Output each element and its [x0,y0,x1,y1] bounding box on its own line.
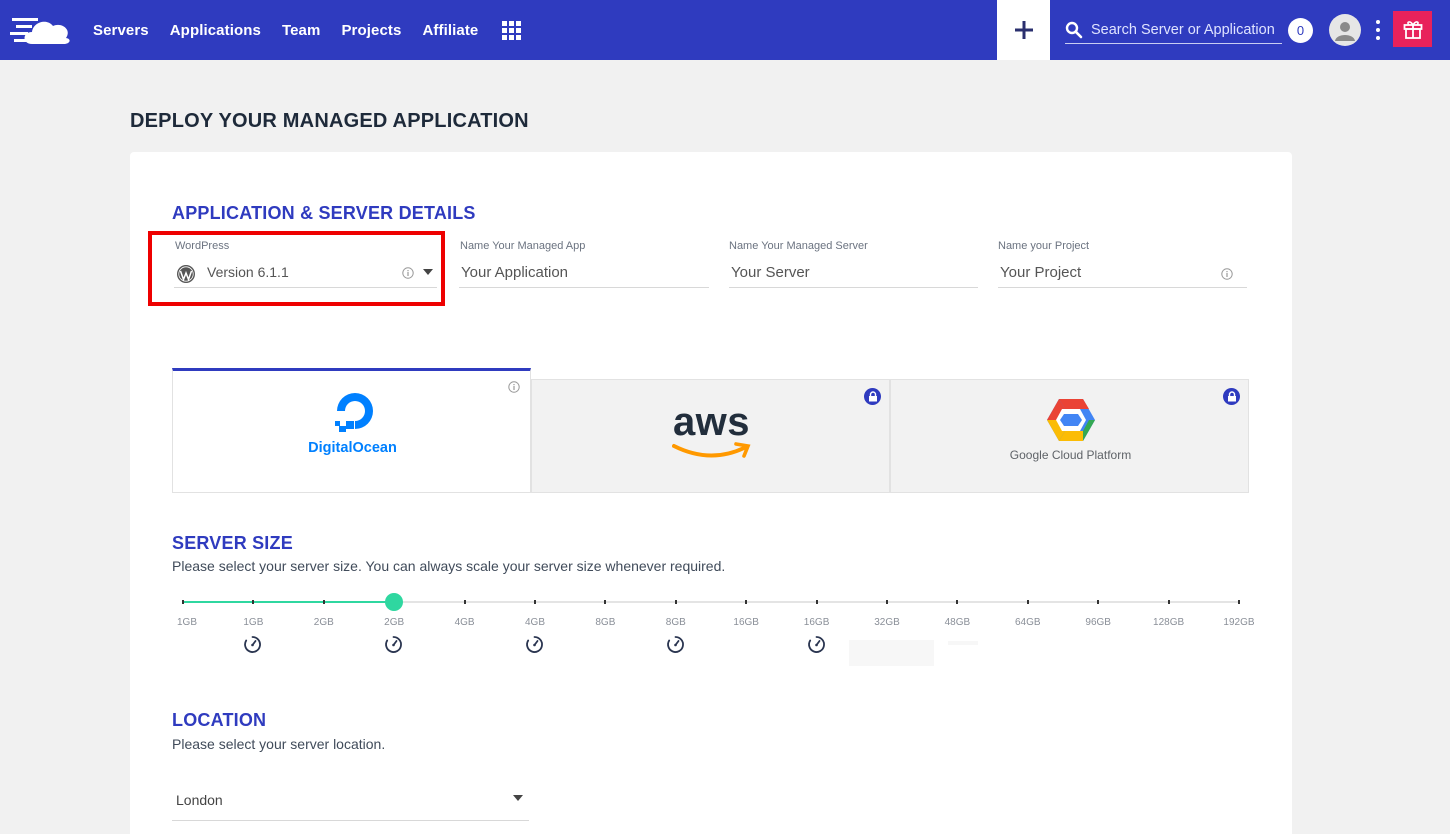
app-name-value: Your Application [461,264,569,281]
slider-tick [1097,600,1100,604]
slider-tick [604,600,607,604]
slider-tick-label[interactable]: 4GB [505,617,565,628]
provider-digitalocean-label: DigitalOcean [308,440,397,456]
slider-tick-label[interactable]: 48GB [927,617,987,628]
plus-icon [1014,21,1033,39]
slider-tick-label[interactable]: 8GB [575,617,635,628]
server-size-slider-fill [182,601,395,603]
slider-tick [1167,600,1170,604]
digitalocean-logo-icon [335,393,373,432]
cloudways-logo-icon[interactable] [10,12,74,48]
location-title: LOCATION [172,710,267,730]
slider-tick-label[interactable]: 8GB [646,617,706,628]
slider-tick-label[interactable]: 128GB [1139,617,1199,628]
slider-tick [886,600,888,604]
speed-gauge-icon [666,636,684,653]
info-icon[interactable] [1221,268,1233,280]
server-size-subtitle: Please select your server size. You can … [172,558,726,574]
location-value: London [176,792,223,808]
slider-tick-label[interactable]: 1GB [223,617,283,628]
speed-gauge-icon [526,636,543,653]
user-avatar[interactable] [1329,14,1361,46]
app-details-title: APPLICATION & SERVER DETAILS [172,203,476,223]
faded-overlay [948,641,978,645]
aws-smile-icon [672,442,751,458]
slider-tick-label[interactable]: 4GB [435,617,495,628]
notification-count-badge[interactable]: 0 [1288,18,1313,43]
slider-tick-label[interactable]: 16GB [787,617,847,628]
slider-tick [252,600,255,604]
nav-applications[interactable]: Applications [170,22,261,39]
app-name-label: Name Your Managed App [460,240,586,252]
google-cloud-logo-icon [1047,399,1095,441]
more-options-icon[interactable] [1375,20,1381,40]
slider-tick-label[interactable]: 32GB [857,617,917,628]
app-name-input[interactable]: Your Application [459,258,709,288]
slider-tick [674,600,677,604]
provider-digitalocean[interactable]: DigitalOcean [172,368,531,493]
nav-affiliate[interactable]: Affiliate [422,22,478,39]
slider-tick [463,600,466,604]
server-name-label: Name Your Managed Server [729,240,868,252]
faded-overlay [849,640,934,666]
gift-icon [1403,21,1422,39]
speed-gauge-icon [807,636,825,653]
apps-grid-icon[interactable] [502,21,521,40]
provider-aws-label: aws [672,400,751,444]
main-nav: Servers Applications Team Projects Affil… [93,0,499,60]
nav-team[interactable]: Team [282,22,320,39]
user-icon [1335,22,1355,41]
location-select[interactable]: London [172,786,529,821]
speed-gauge-icon [385,636,403,653]
add-button[interactable] [997,0,1050,60]
lock-icon [864,388,881,405]
provider-aws[interactable]: aws [531,379,890,493]
highlight-box [148,231,445,306]
page-title: DEPLOY YOUR MANAGED APPLICATION [130,110,529,132]
provider-google-cloud-label: Google Cloud Platform [1009,448,1132,462]
slider-tick-label[interactable]: 16GB [716,617,776,628]
slider-tick [815,600,818,604]
slider-tick [1026,600,1029,604]
speed-gauge-icon [244,636,262,653]
slider-tick [745,600,748,604]
chevron-down-icon [513,795,523,801]
gift-button[interactable] [1393,11,1432,47]
info-icon[interactable] [508,381,520,393]
slider-tick-label[interactable]: 96GB [1068,617,1128,628]
slider-tick-label[interactable]: 2GB [364,617,424,628]
server-name-value: Your Server [731,264,810,281]
slider-tick [1238,600,1240,604]
server-name-input[interactable]: Your Server [729,258,978,288]
slider-tick [956,600,959,604]
slider-tick-label[interactable]: 2GB [294,617,354,628]
slider-tick-label[interactable]: 192GB [1209,617,1269,628]
location-subtitle: Please select your server location. [172,736,386,752]
project-select[interactable]: Your Project [998,258,1247,288]
project-name-label: Name your Project [998,240,1090,252]
server-size-title: SERVER SIZE [172,533,293,553]
slider-tick-label[interactable]: 1GB [157,617,217,628]
slider-tick [182,600,184,604]
lock-icon [1223,388,1240,405]
project-name-value: Your Project [1000,264,1082,281]
nav-projects[interactable]: Projects [341,22,401,39]
slider-tick [322,600,325,604]
search-input[interactable]: Search Server or Application [1065,16,1282,44]
search-icon [1065,21,1083,38]
provider-google-cloud[interactable]: Google Cloud Platform [890,379,1249,493]
nav-servers[interactable]: Servers [93,22,149,39]
slider-tick [534,600,536,604]
search-placeholder: Search Server or Application [1091,21,1275,38]
top-navigation-bar: Servers Applications Team Projects Affil… [0,0,1450,60]
slider-tick-label[interactable]: 64GB [998,617,1058,628]
